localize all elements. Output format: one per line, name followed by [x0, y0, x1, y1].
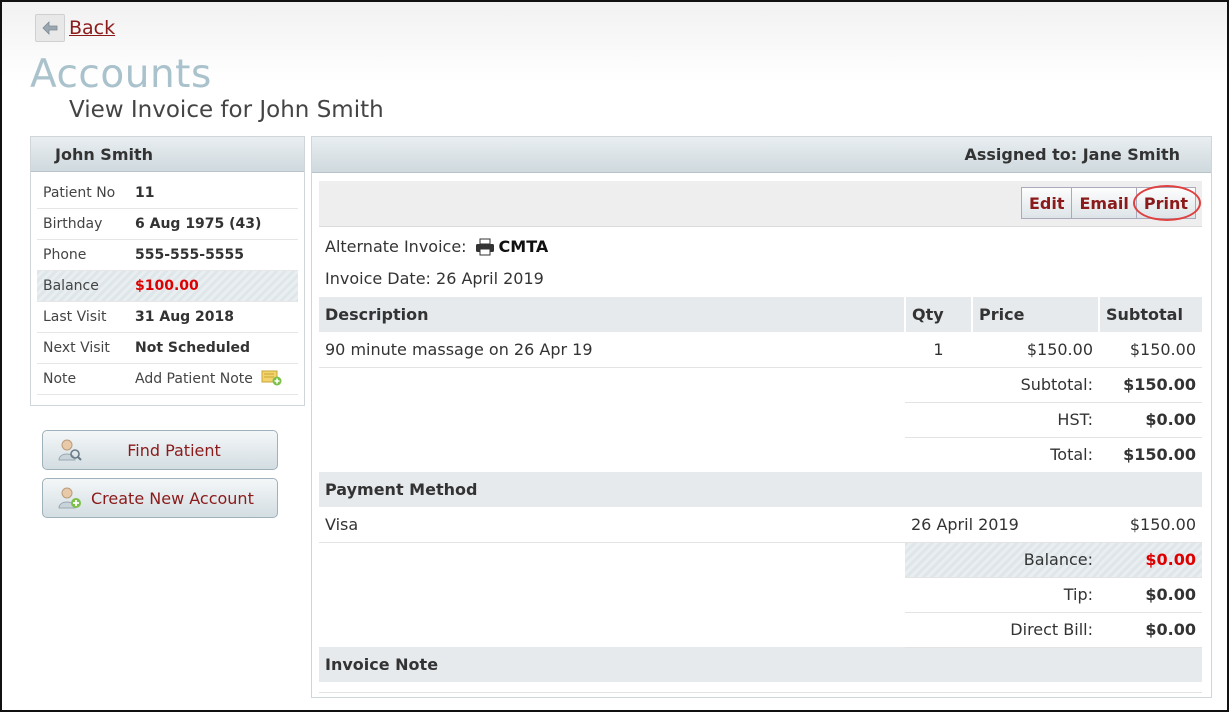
info-value: 11 — [135, 185, 155, 201]
col-qty: Qty — [904, 297, 972, 332]
table-header-row: Description Qty Price Subtotal — [319, 297, 1202, 332]
tip-amount: $0.00 — [1099, 577, 1202, 613]
direct-bill-label: Direct Bill: — [905, 612, 1099, 648]
total-value: $150.00 — [1123, 445, 1196, 465]
invoice-note-title: Invoice Note — [319, 647, 1202, 682]
balance-amount: $0.00 — [1099, 542, 1202, 578]
info-row-note: Note Add Patient Note — [37, 364, 298, 395]
info-value: 555-555-5555 — [135, 247, 245, 263]
payment-method: Visa — [319, 507, 905, 543]
patient-name-header: John Smith — [31, 137, 304, 172]
print-button-label: Print — [1143, 193, 1188, 213]
subtotal-value: $150.00 — [1099, 367, 1202, 403]
invoice-note-header: Invoice Note — [319, 647, 1202, 682]
item-description: 90 minute massage on 26 Apr 19 — [319, 332, 905, 368]
total-label: Total: — [1050, 445, 1093, 465]
tip-label: Tip: — [905, 577, 1099, 613]
direct-bill-row: Direct Bill: $0.00 — [319, 612, 1202, 648]
hst-value: $0.00 — [1099, 402, 1202, 438]
invoice-actions: Edit Email Print — [1020, 185, 1201, 221]
info-row-balance: Balance $100.00 — [37, 271, 298, 302]
create-new-account-button[interactable]: Create New Account — [42, 478, 278, 518]
patient-summary-panel: John Smith Patient No 11 Birthday 6 Aug … — [30, 136, 305, 406]
item-subtotal: $150.00 — [1099, 332, 1202, 368]
back-nav[interactable]: Back — [35, 14, 115, 42]
item-price: $150.00 — [972, 332, 1099, 368]
balance-row: Balance: $0.00 — [319, 542, 1202, 578]
info-label: Note — [43, 371, 77, 387]
info-label: Balance — [43, 278, 99, 294]
create-new-account-label: Create New Account — [91, 488, 254, 508]
print-button[interactable]: Print — [1132, 185, 1201, 221]
balance-value: $100.00 — [135, 278, 199, 294]
info-value: 6 Aug 1975 (43) — [135, 216, 262, 232]
col-description: Description — [325, 305, 429, 324]
alternate-invoice: Alternate Invoice: CMTA — [325, 237, 548, 256]
info-label: Birthday — [43, 216, 103, 232]
assigned-to-header: Assigned to: Jane Smith — [312, 137, 1211, 173]
printer-icon[interactable] — [475, 238, 495, 256]
subtotal-label: Subtotal: — [905, 367, 1099, 403]
col-subtotal: Subtotal — [1098, 297, 1202, 332]
info-label: Last Visit — [43, 309, 107, 325]
page-subtitle: View Invoice for John Smith — [69, 97, 384, 123]
info-row-phone: Phone 555-555-5555 — [37, 240, 298, 271]
back-link[interactable]: Back — [69, 17, 115, 39]
table-row: 90 minute massage on 26 Apr 19 1 $150.00… — [319, 332, 1202, 368]
find-patient-icon — [57, 438, 87, 462]
invoice-table: Description Qty Price Subtotal 90 minute… — [319, 297, 1202, 682]
email-button[interactable]: Email — [1072, 187, 1137, 219]
hst-label: HST: — [905, 402, 1099, 438]
back-arrow-icon[interactable] — [35, 14, 65, 42]
direct-bill-amount: $0.00 — [1099, 612, 1202, 648]
payment-row: Visa 26 April 2019 $150.00 — [319, 507, 1202, 543]
edit-button[interactable]: Edit — [1020, 187, 1073, 219]
tip-row: Tip: $0.00 — [319, 577, 1202, 613]
payment-date: 26 April 2019 — [905, 507, 1099, 543]
add-note-link-wrap[interactable]: Add Patient Note — [129, 368, 283, 390]
payment-amount: $150.00 — [1099, 507, 1202, 543]
invoice-note-divider — [319, 692, 1202, 693]
alternate-invoice-label: Alternate Invoice: — [325, 237, 467, 256]
invoice-panel: Assigned to: Jane Smith Edit Email Print… — [311, 136, 1212, 698]
payment-method-header: Payment Method — [319, 472, 1202, 507]
app-frame: Back Accounts View Invoice for John Smit… — [0, 0, 1229, 712]
info-row-next-visit: Next Visit Not Scheduled — [37, 333, 298, 364]
info-label: Patient No — [43, 185, 116, 201]
balance-label: Balance: — [905, 542, 1099, 578]
add-patient-note-link[interactable]: Add Patient Note — [135, 371, 253, 387]
add-note-icon[interactable] — [261, 368, 283, 390]
hst-row: HST: $0.00 — [319, 402, 1202, 438]
invoice-date: Invoice Date: 26 April 2019 — [325, 269, 544, 288]
info-label: Next Visit — [43, 340, 110, 356]
info-row-last-visit: Last Visit 31 Aug 2018 — [37, 302, 298, 333]
find-patient-button[interactable]: Find Patient — [42, 430, 278, 470]
col-price: Price — [971, 297, 1099, 332]
total-row: Total: $150.00 — [319, 437, 1202, 472]
info-value: Not Scheduled — [135, 340, 251, 356]
invoice-toolbar: Edit Email Print — [319, 181, 1202, 227]
add-user-icon — [57, 486, 87, 510]
info-row-birthday: Birthday 6 Aug 1975 (43) — [37, 209, 298, 240]
info-row-patient-no: Patient No 11 — [37, 178, 298, 209]
info-label: Phone — [43, 247, 87, 263]
find-patient-label: Find Patient — [127, 440, 221, 460]
item-qty: 1 — [905, 332, 972, 368]
info-value: 31 Aug 2018 — [135, 309, 235, 325]
alternate-invoice-link[interactable]: CMTA — [499, 237, 549, 256]
subtotal-row: Subtotal: $150.00 — [319, 367, 1202, 403]
payment-method-title: Payment Method — [319, 472, 1202, 507]
page-title: Accounts — [30, 52, 212, 97]
